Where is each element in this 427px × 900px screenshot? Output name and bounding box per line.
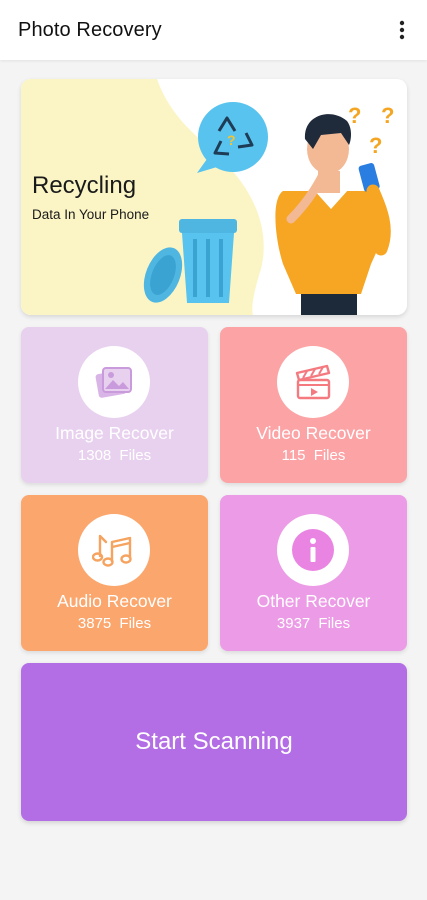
image-recover-card[interactable]: Image Recover 1308 Files xyxy=(21,327,208,483)
more-vertical-icon xyxy=(399,20,405,40)
video-recover-count: 115 Files xyxy=(281,447,346,464)
start-scanning-label: Start Scanning xyxy=(135,728,293,755)
app-bar: Photo Recovery xyxy=(0,0,427,60)
svg-text:?: ? xyxy=(381,103,394,128)
audio-recover-card[interactable]: Audio Recover 3875 Files xyxy=(21,495,208,651)
svg-text:?: ? xyxy=(348,103,361,128)
banner-title: Recycling xyxy=(32,172,137,199)
info-icon xyxy=(292,529,334,571)
banner-subtitle: Data In Your Phone xyxy=(32,207,150,222)
other-recover-card[interactable]: Other Recover 3937 Files xyxy=(220,495,407,651)
other-recover-label: Other Recover xyxy=(256,591,371,611)
music-note-icon xyxy=(92,534,132,567)
image-icon xyxy=(95,367,132,398)
video-recover-label: Video Recover xyxy=(256,423,371,443)
other-icon-circle xyxy=(277,514,349,586)
svg-text:?: ? xyxy=(369,133,382,158)
video-icon-circle xyxy=(277,346,349,418)
svg-text:?: ? xyxy=(227,132,236,148)
audio-recover-label: Audio Recover xyxy=(57,591,172,611)
video-recover-card[interactable]: Video Recover 115 Files xyxy=(220,327,407,483)
audio-recover-count: 3875 Files xyxy=(77,615,152,632)
image-recover-label: Image Recover xyxy=(55,423,174,443)
start-scanning-button[interactable]: Start Scanning xyxy=(21,663,407,821)
app-title: Photo Recovery xyxy=(18,19,162,41)
image-icon-circle xyxy=(78,346,150,418)
other-recover-count: 3937 Files xyxy=(276,615,351,632)
recycle-bubble-icon: ? xyxy=(197,102,268,173)
audio-icon-circle xyxy=(78,514,150,586)
recycling-banner[interactable]: ? ? ? ? Recycling Data In Your Phone xyxy=(21,79,407,315)
overflow-menu-button[interactable] xyxy=(387,14,417,46)
clapperboard-icon xyxy=(295,364,331,400)
image-recover-count: 1308 Files xyxy=(77,447,152,464)
